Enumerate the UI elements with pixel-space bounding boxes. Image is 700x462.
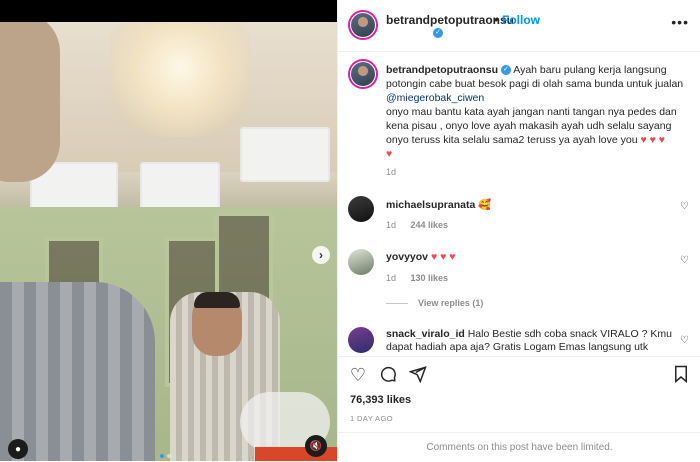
caption-timestamp: 1d <box>386 167 397 177</box>
next-media-button[interactable]: › <box>312 246 330 264</box>
share-icon[interactable] <box>408 365 428 385</box>
comment-time: 1d <box>386 273 397 283</box>
post-caption: betrandpetoputraonsu ✓ Ayah baru pulang … <box>386 63 686 161</box>
user-icon: ● <box>14 443 22 455</box>
comment-time: 1d <box>386 220 397 230</box>
view-replies-label: View replies (1) <box>418 298 484 308</box>
comment-likes[interactable]: 244 likes <box>411 220 449 230</box>
comment-line: michaelsupranata 🥰 <box>386 198 491 211</box>
post-side-panel: betrandpetoputraonsu ✓ • Follow ••• betr… <box>337 0 700 461</box>
media-scene-head-foreground <box>0 22 60 182</box>
comments-limited-notice: Comments on this post have been limited. <box>338 432 700 461</box>
like-comment-heart-icon[interactable]: ♡ <box>680 201 689 212</box>
posted-time: 1 DAY AGO <box>350 414 393 423</box>
replies-divider <box>386 303 408 305</box>
commenter-avatar[interactable] <box>348 327 374 353</box>
commenter-username[interactable]: michaelsupranata <box>386 199 475 211</box>
instagram-post-view: › ● 🔇 betrandpetoputraonsu ✓ • Follow ••… <box>0 0 700 461</box>
chevron-right-icon: › <box>319 248 323 262</box>
media-scene-storage-box <box>240 127 330 182</box>
media-top-bar <box>0 0 337 22</box>
commenter-username[interactable]: snack_viralo_id <box>386 328 465 340</box>
caption-author-avatar[interactable] <box>348 59 378 89</box>
tagged-users-button[interactable]: ● <box>8 439 28 459</box>
carousel-dot-active <box>160 454 164 458</box>
author-avatar[interactable] <box>348 10 378 40</box>
follow-button[interactable]: Follow <box>502 13 540 27</box>
commenter-avatar[interactable] <box>348 249 374 275</box>
comment-text: 🥰 <box>478 199 492 211</box>
caption-text-continued: onyo mau bantu kata ayah jangan nanti ta… <box>386 106 677 146</box>
media-scene-hair <box>194 292 240 308</box>
like-heart-icon[interactable]: ♡ <box>348 365 368 385</box>
comment-meta: 1d 244 likes <box>386 220 460 230</box>
comment-icon[interactable] <box>378 365 398 385</box>
bookmark-icon[interactable] <box>671 365 691 385</box>
comment-likes[interactable]: 130 likes <box>411 273 449 283</box>
carousel-indicator <box>160 454 171 458</box>
post-header: betrandpetoputraonsu ✓ • Follow ••• <box>338 0 700 52</box>
media-scene-chandelier <box>110 22 250 137</box>
follow-separator: • <box>494 13 499 27</box>
media-scene-person-foreground <box>0 282 155 461</box>
like-comment-heart-icon[interactable]: ♡ <box>680 335 689 346</box>
mute-toggle-button[interactable]: 🔇 <box>305 435 327 457</box>
commenter-username[interactable]: yovyyov <box>386 251 428 263</box>
comment-meta: 1d 130 likes <box>386 273 460 283</box>
caption-username[interactable]: betrandpetoputraonsu <box>386 64 498 76</box>
comment-text: ♥ ♥ ♥ <box>430 251 456 263</box>
comment-line: snack_viralo_id Halo Bestie sdh coba sna… <box>386 328 676 354</box>
comments-list[interactable]: betrandpetoputraonsu ✓ Ayah baru pulang … <box>338 53 700 355</box>
likes-count[interactable]: 76,393 likes <box>350 394 411 406</box>
more-options-icon[interactable]: ••• <box>671 14 689 30</box>
like-comment-heart-icon[interactable]: ♡ <box>680 255 689 266</box>
caption-hearts: ♥ ♥ ♥ <box>640 134 666 146</box>
carousel-dot <box>167 454 171 458</box>
post-media-video[interactable]: › ● 🔇 <box>0 22 337 461</box>
verified-badge-icon: ✓ <box>500 65 511 76</box>
commenter-avatar[interactable] <box>348 196 374 222</box>
post-actions: ♡ 76,393 likes 1 DAY AGO <box>338 356 700 431</box>
caption-mention-link[interactable]: @miegerobak_ciwen <box>386 92 484 104</box>
view-replies-button[interactable]: View replies (1) <box>386 298 483 308</box>
comment-line: yovyyov ♥ ♥ ♥ <box>386 251 456 263</box>
speaker-muted-icon: 🔇 <box>309 440 323 452</box>
verified-badge-icon: ✓ <box>433 28 443 38</box>
caption-heart-last: ♥ <box>386 148 393 160</box>
